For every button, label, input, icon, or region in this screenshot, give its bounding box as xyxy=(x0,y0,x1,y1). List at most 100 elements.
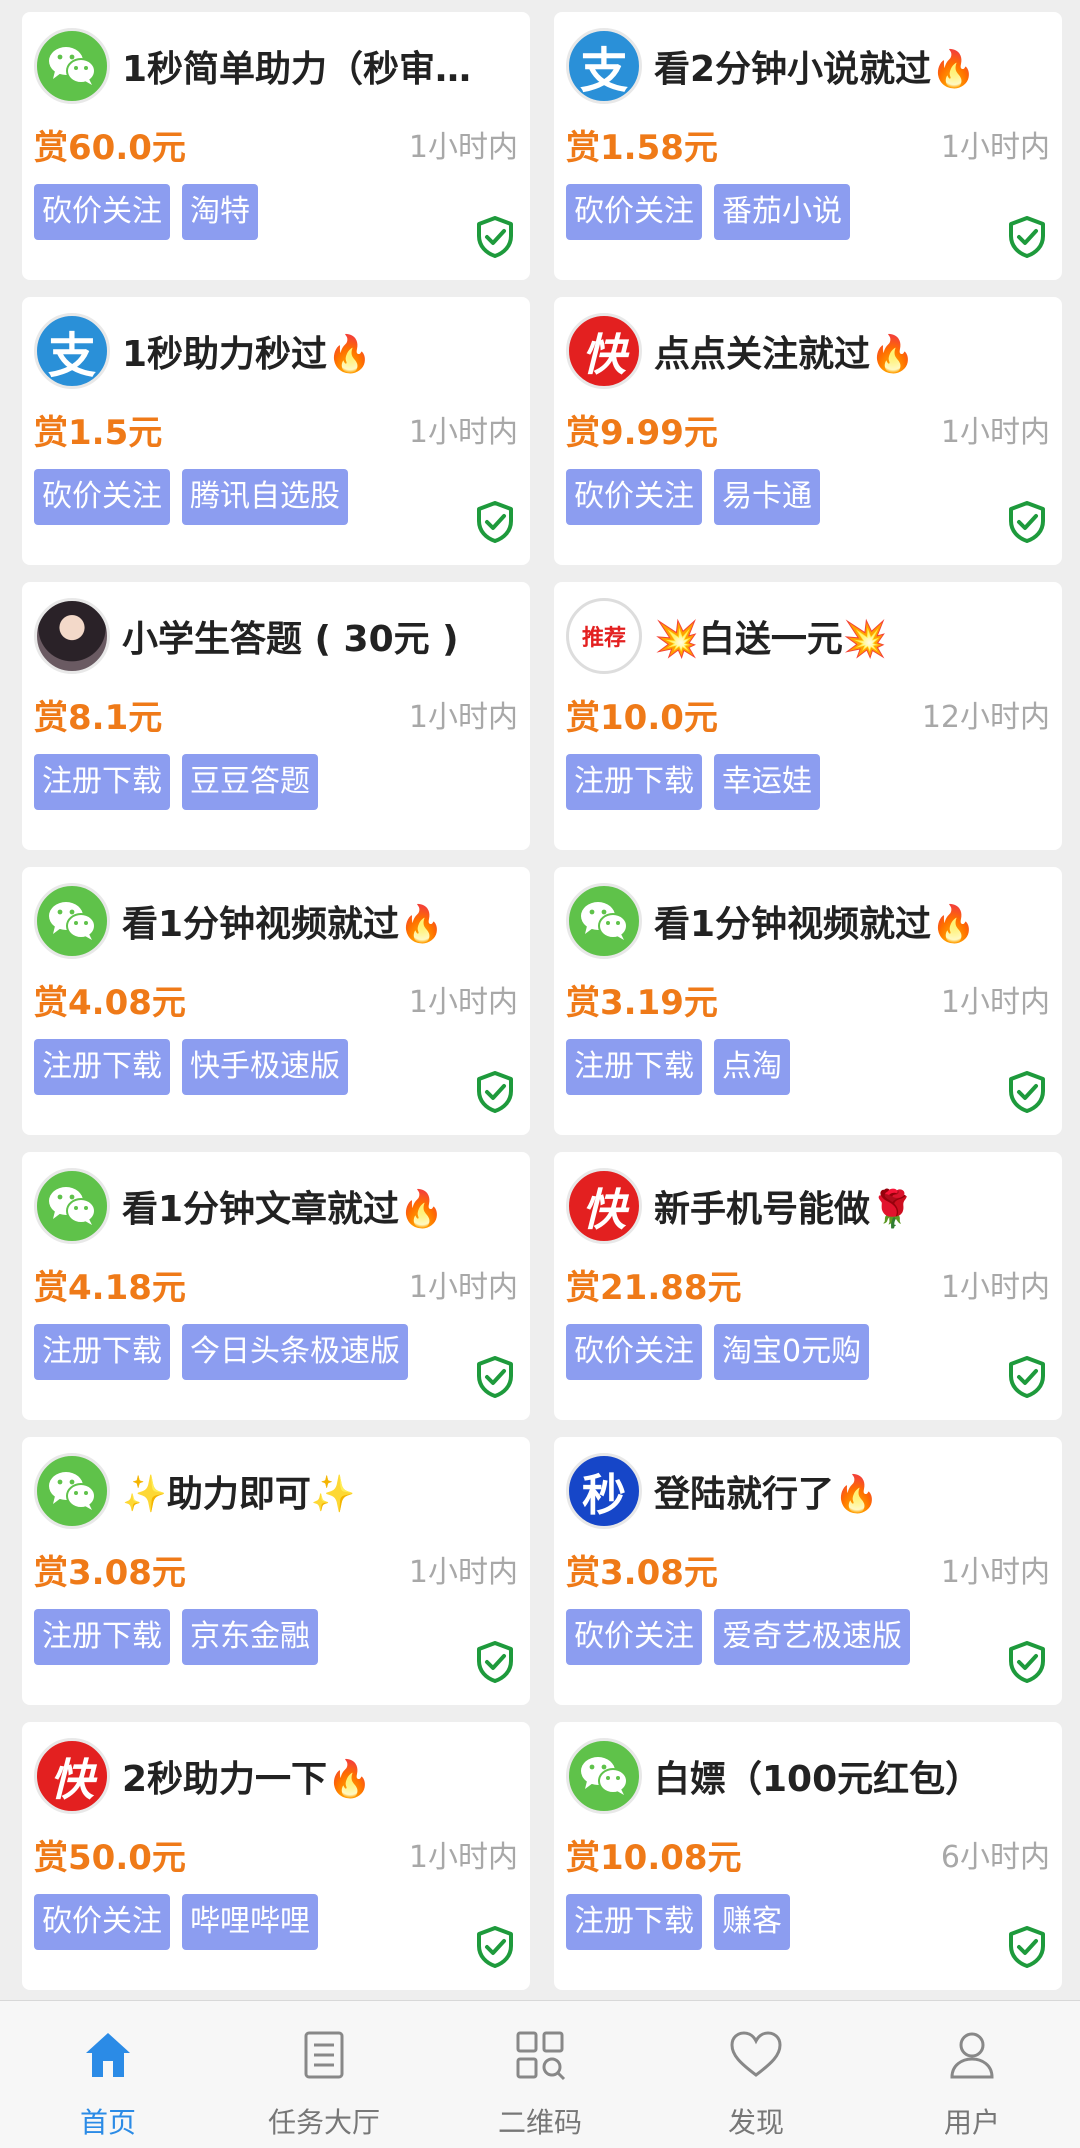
task-title: 💥白送一元💥 xyxy=(654,619,888,660)
task-type-tag: 注册下载 xyxy=(34,1609,170,1665)
task-card[interactable]: 看1分钟文章就过🔥 赏4.18元 1小时内注册下载 今日头条极速版 xyxy=(22,1152,530,1420)
task-title: 1秒助力秒过🔥 xyxy=(122,334,372,375)
task-card[interactable]: 秒登陆就行了🔥 赏3.08元 1小时内 砍价关注 爱奇艺极速版 xyxy=(554,1437,1062,1705)
reward-amount: 赏3.19元 xyxy=(566,982,718,1023)
time-limit: 1小时内 xyxy=(408,1270,518,1305)
tag-list: 注册下载 豆豆答题 xyxy=(34,754,518,810)
card-header: 1秒简单助力（秒审… xyxy=(34,26,518,106)
tab-heart[interactable]: 发现 xyxy=(648,2001,864,2148)
app-name-tag: 腾讯自选股 xyxy=(182,469,348,525)
reward-row: 赏10.08元 6小时内 xyxy=(566,1830,1050,1878)
task-card[interactable]: 看1分钟视频就过🔥 赏3.19元 1小时内 注册下载 点淘 xyxy=(554,867,1062,1135)
wechat-icon xyxy=(566,883,642,959)
time-limit: 12小时内 xyxy=(921,700,1050,735)
alipay-icon: 支 xyxy=(34,313,110,389)
heart-icon xyxy=(726,2025,786,2089)
task-card[interactable]: ✨助力即可✨ 赏3.08元 1小时内注册下载 京东金融 xyxy=(22,1437,530,1705)
task-type-tag: 砍价关注 xyxy=(566,469,702,525)
app-name-tag: 今日头条极速版 xyxy=(182,1324,408,1380)
time-limit: 6小时内 xyxy=(940,1840,1050,1875)
kuai-icon: 快 xyxy=(34,1738,110,1814)
verified-shield-icon xyxy=(1008,1071,1046,1113)
app-name-tag: 京东金融 xyxy=(182,1609,318,1665)
task-card[interactable]: 看1分钟视频就过🔥 赏4.08元 1小时内 注册下载 快手极速版 xyxy=(22,867,530,1135)
wechat-icon xyxy=(34,28,110,104)
reward-amount: 赏60.0元 xyxy=(34,127,186,168)
tuijian-icon: 推荐 xyxy=(566,598,642,674)
app-name-tag: 赚客 xyxy=(714,1894,790,1950)
card-header: 白嫖（100元红包） xyxy=(566,1736,1050,1816)
time-limit: 1小时内 xyxy=(408,130,518,165)
task-title: 小学生答题 ( 30元 ) xyxy=(122,619,459,660)
tab-label: 任务大厅 xyxy=(267,2106,380,2139)
reward-amount: 赏4.18元 xyxy=(34,1267,186,1308)
card-header: 看1分钟视频就过🔥 xyxy=(34,881,518,961)
task-title: 新手机号能做🌹 xyxy=(654,1189,915,1230)
tag-list: 注册下载 京东金融 xyxy=(34,1609,518,1665)
task-type-tag: 注册下载 xyxy=(34,1324,170,1380)
time-limit: 1小时内 xyxy=(940,415,1050,450)
task-title: ✨助力即可✨ xyxy=(122,1474,356,1515)
time-limit: 1小时内 xyxy=(940,1270,1050,1305)
task-type-tag: 注册下载 xyxy=(34,1039,170,1095)
tab-task-list[interactable]: 任务大厅 xyxy=(216,2001,432,2148)
verified-shield-icon xyxy=(1008,1356,1046,1398)
reward-row: 赏3.08元 1小时内 xyxy=(34,1545,518,1593)
card-header: 快 2秒助力一下🔥 xyxy=(34,1736,518,1816)
card-header: ✨助力即可✨ xyxy=(34,1451,518,1531)
tag-list: 砍价关注 哔哩哔哩 xyxy=(34,1894,518,1950)
app-name-tag: 番茄小说 xyxy=(714,184,850,240)
time-limit: 1小时内 xyxy=(408,700,518,735)
verified-shield-icon xyxy=(476,1926,514,1968)
task-card[interactable]: 支看2分钟小说就过🔥 赏1.58元 1小时内 砍价关注 番茄小说 xyxy=(554,12,1062,280)
time-limit: 1小时内 xyxy=(940,985,1050,1020)
reward-amount: 赏21.88元 xyxy=(566,1267,742,1308)
task-title: 看1分钟视频就过🔥 xyxy=(122,904,444,945)
reward-row: 赏8.1元 1小时内 xyxy=(34,690,518,738)
verified-shield-icon xyxy=(476,1356,514,1398)
reward-row: 赏60.0元 1小时内 xyxy=(34,120,518,168)
kuai-icon: 快 xyxy=(566,313,642,389)
task-card[interactable]: 推荐 💥白送一元💥 赏10.0元 12小时内 注册下载 幸运娃 xyxy=(554,582,1062,850)
task-grid: 1秒简单助力（秒审… 赏60.0元 1小时内 砍价关注 淘特支看2分钟小说就过🔥 赏1.5… xyxy=(0,0,1080,1990)
reward-amount: 赏4.08元 xyxy=(34,982,186,1023)
reward-row: 赏9.99元 1小时内 xyxy=(566,405,1050,453)
app-name-tag: 爱奇艺极速版 xyxy=(714,1609,910,1665)
tab-label: 用户 xyxy=(943,2106,1000,2139)
tag-list: 砍价关注 番茄小说 xyxy=(566,184,1050,240)
task-type-tag: 砍价关注 xyxy=(566,1609,702,1665)
card-header: 小学生答题 ( 30元 ) xyxy=(34,596,518,676)
verified-shield-icon xyxy=(476,1641,514,1683)
task-card[interactable]: 快新手机号能做🌹 赏21.88元 1小时内 砍价关注 淘宝0元购 xyxy=(554,1152,1062,1420)
miao-icon: 秒 xyxy=(566,1453,642,1529)
tab-home[interactable]: 首页 xyxy=(0,2001,216,2148)
task-card[interactable]: 快点点关注就过🔥 赏9.99元 1小时内 砍价关注 易卡通 xyxy=(554,297,1062,565)
tab-label: 二维码 xyxy=(497,2106,582,2139)
task-type-tag: 砍价关注 xyxy=(34,184,170,240)
task-card[interactable]: 支 1秒助力秒过🔥 赏1.5元 1小时内 砍价关注 腾讯自选股 xyxy=(22,297,530,565)
task-card[interactable]: 小学生答题 ( 30元 ) 赏8.1元 1小时内注册下载 豆豆答题 xyxy=(22,582,530,850)
reward-amount: 赏3.08元 xyxy=(566,1552,718,1593)
tab-qrcode[interactable]: 二维码 xyxy=(432,2001,648,2148)
tab-user[interactable]: 用户 xyxy=(864,2001,1080,2148)
reward-row: 赏1.58元 1小时内 xyxy=(566,120,1050,168)
card-header: 看1分钟视频就过🔥 xyxy=(566,881,1050,961)
task-title: 看1分钟视频就过🔥 xyxy=(654,904,976,945)
task-type-tag: 砍价关注 xyxy=(34,469,170,525)
task-type-tag: 砍价关注 xyxy=(34,1894,170,1950)
app-name-tag: 幸运娃 xyxy=(714,754,820,810)
reward-row: 赏10.0元 12小时内 xyxy=(566,690,1050,738)
task-card[interactable]: 白嫖（100元红包） 赏10.08元 6小时内 注册下载 赚客 xyxy=(554,1722,1062,1990)
task-card[interactable]: 快 2秒助力一下🔥 赏50.0元 1小时内 砍价关注 哔哩哔哩 xyxy=(22,1722,530,1990)
task-type-tag: 注册下载 xyxy=(34,754,170,810)
task-type-tag: 注册下载 xyxy=(566,1039,702,1095)
task-card[interactable]: 1秒简单助力（秒审… 赏60.0元 1小时内 砍价关注 淘特 xyxy=(22,12,530,280)
bottom-tab-bar: 首页 任务大厅 二维码 发现 用户 xyxy=(0,2000,1080,2148)
reward-row: 赏21.88元 1小时内 xyxy=(566,1260,1050,1308)
app-name-tag: 哔哩哔哩 xyxy=(182,1894,318,1950)
card-header: 看1分钟文章就过🔥 xyxy=(34,1166,518,1246)
tag-list: 砍价关注 腾讯自选股 xyxy=(34,469,518,525)
reward-amount: 赏10.0元 xyxy=(566,697,718,738)
time-limit: 1小时内 xyxy=(408,1555,518,1590)
task-list-icon xyxy=(294,2025,354,2089)
